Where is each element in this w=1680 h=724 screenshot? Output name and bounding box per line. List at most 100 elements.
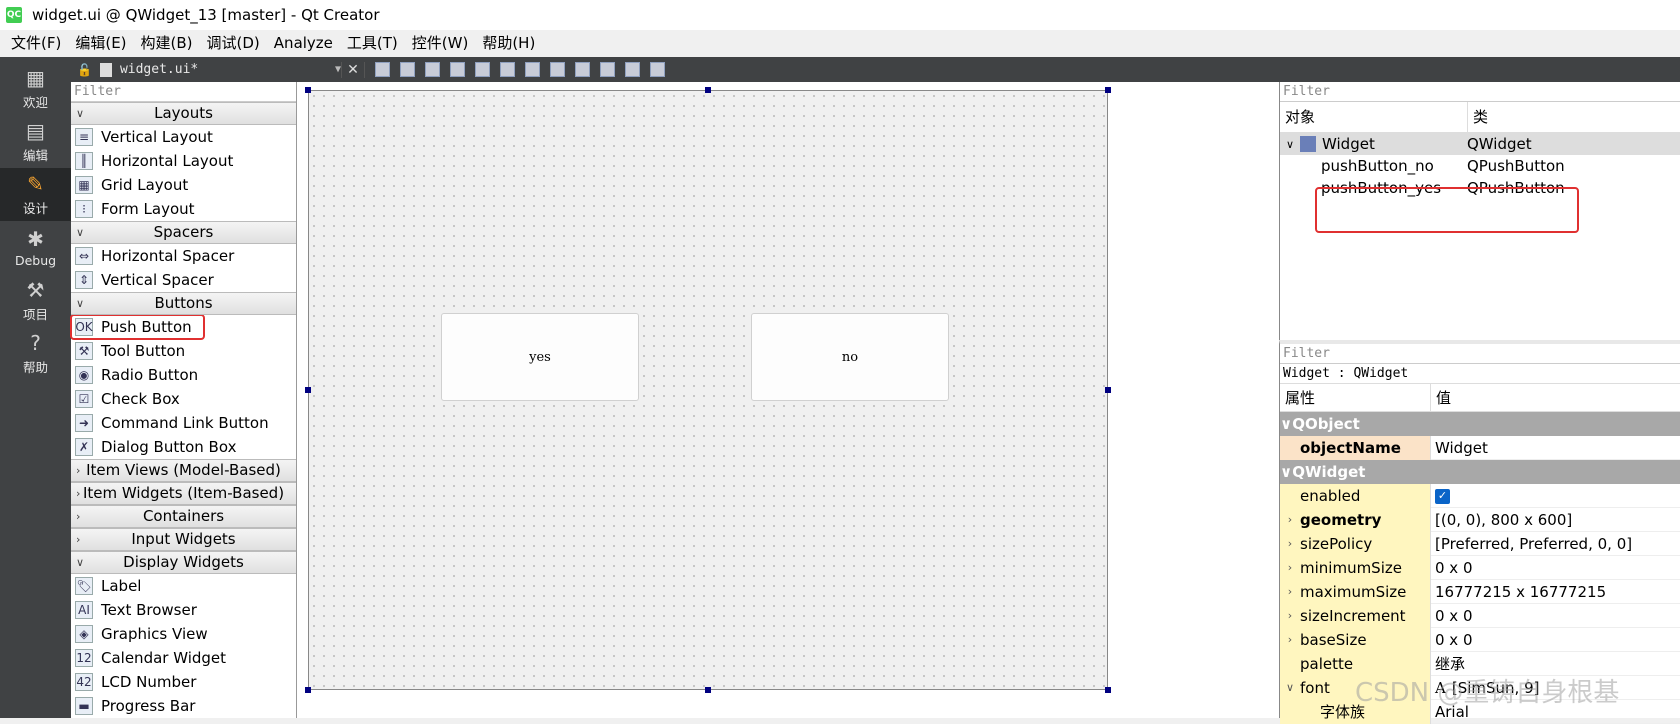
chevron-right-icon[interactable]: › <box>1280 537 1300 550</box>
tree-row-widget[interactable]: ∨ Widget QWidget <box>1280 133 1680 155</box>
edit-buddies-icon[interactable] <box>425 62 440 77</box>
category-display-widgets[interactable]: ∨ Display Widgets <box>71 551 296 574</box>
widget-horizontal-spacer[interactable]: ⇔ Horizontal Spacer <box>71 244 296 268</box>
column-class[interactable]: 类 <box>1468 102 1488 132</box>
resize-handle[interactable] <box>705 87 711 93</box>
category-layouts[interactable]: ∨ Layouts <box>71 102 296 125</box>
widget-tool-button[interactable]: ⚒ Tool Button <box>71 339 296 363</box>
category-input-widgets[interactable]: › Input Widgets <box>71 528 296 551</box>
chevron-right-icon[interactable]: › <box>1280 513 1300 526</box>
edit-signals-icon[interactable] <box>400 62 415 77</box>
chevron-right-icon[interactable]: › <box>1280 633 1300 646</box>
adjust-size-icon[interactable] <box>650 62 665 77</box>
pushbutton-yes[interactable]: yes <box>441 313 639 401</box>
document-selector[interactable]: 🔓 widget.ui* ▼ <box>71 62 341 77</box>
widget-lcd-number[interactable]: 42 LCD Number <box>71 670 296 694</box>
widget-label-item[interactable]: 🏷 Label <box>71 574 296 598</box>
category-containers[interactable]: › Containers <box>71 505 296 528</box>
prop-baseSize[interactable]: › baseSize 0 x 0 <box>1280 627 1680 652</box>
widget-text-browser[interactable]: AI Text Browser <box>71 598 296 622</box>
widget-calendar[interactable]: 12 Calendar Widget <box>71 646 296 670</box>
prop-sizeIncrement[interactable]: › sizeIncrement 0 x 0 <box>1280 603 1680 628</box>
prop-value[interactable]: [(0, 0), 800 x 600] <box>1431 508 1680 532</box>
prop-value[interactable]: Widget <box>1431 436 1680 460</box>
menu-file[interactable]: 文件(F) <box>4 30 68 57</box>
close-document-button[interactable]: ✕ <box>341 61 365 78</box>
category-spacers[interactable]: ∨ Spacers <box>71 221 296 244</box>
widget-radio-button[interactable]: ◉ Radio Button <box>71 363 296 387</box>
prop-value[interactable]: 0 x 0 <box>1431 628 1680 652</box>
menu-help[interactable]: 帮助(H) <box>475 30 542 57</box>
resize-handle[interactable] <box>705 687 711 693</box>
category-buttons[interactable]: ∨ Buttons <box>71 292 296 315</box>
resize-handle[interactable] <box>305 87 311 93</box>
resize-handle[interactable] <box>1105 687 1111 693</box>
widget-check-box[interactable]: ☑ Check Box <box>71 387 296 411</box>
tree-row-pushbutton-no[interactable]: pushButton_no QPushButton <box>1280 155 1680 177</box>
prop-objectName[interactable]: objectName Widget <box>1280 435 1680 460</box>
column-object[interactable]: 对象 <box>1280 102 1468 132</box>
prop-value[interactable]: 0 x 0 <box>1431 556 1680 580</box>
property-filter-input[interactable]: Filter <box>1280 344 1680 364</box>
category-item-widgets[interactable]: › Item Widgets (Item-Based) <box>71 482 296 505</box>
menu-build[interactable]: 构建(B) <box>134 30 200 57</box>
enabled-checkbox[interactable]: ✓ <box>1435 488 1450 504</box>
resize-handle[interactable] <box>1105 387 1111 393</box>
widget-horizontal-layout[interactable]: ║ Horizontal Layout <box>71 149 296 173</box>
widget-command-link-button[interactable]: ➜ Command Link Button <box>71 411 296 435</box>
menu-debug[interactable]: 调试(D) <box>200 30 267 57</box>
mode-edit[interactable]: ▤ 编辑 <box>0 115 71 168</box>
chevron-right-icon[interactable]: › <box>1280 561 1300 574</box>
chevron-down-icon[interactable]: ∨ <box>1280 681 1300 694</box>
group-qobject[interactable]: ∨ QObject <box>1280 412 1680 436</box>
group-qwidget[interactable]: ∨ QWidget <box>1280 460 1680 484</box>
resize-handle[interactable] <box>1105 87 1111 93</box>
layout-splitter-v-icon[interactable] <box>550 62 565 77</box>
widget-progress-bar[interactable]: ▬ Progress Bar <box>71 694 296 718</box>
object-name: pushButton_no <box>1321 157 1434 175</box>
break-layout-icon[interactable] <box>625 62 640 77</box>
column-property[interactable]: 属性 <box>1280 384 1431 411</box>
menu-controls[interactable]: 控件(W) <box>405 30 476 57</box>
chevron-right-icon[interactable]: › <box>1280 609 1300 622</box>
edit-widgets-icon[interactable] <box>375 62 390 77</box>
widget-filter-input[interactable]: Filter <box>71 82 296 102</box>
widget-grid-layout[interactable]: ▦ Grid Layout <box>71 173 296 197</box>
mode-projects[interactable]: ⚒ 项目 <box>0 274 71 327</box>
widget-vertical-layout[interactable]: ≡ Vertical Layout <box>71 125 296 149</box>
prop-sizePolicy[interactable]: › sizePolicy [Preferred, Preferred, 0, 0] <box>1280 531 1680 556</box>
widget-push-button[interactable]: OK Push Button <box>70 314 205 340</box>
widget-dialog-button-box[interactable]: ✗ Dialog Button Box <box>71 435 296 459</box>
mode-design[interactable]: ✎ 设计 <box>0 168 71 221</box>
menu-edit[interactable]: 编辑(E) <box>68 30 133 57</box>
layout-vertical-icon[interactable] <box>500 62 515 77</box>
menu-tools[interactable]: 工具(T) <box>340 30 405 57</box>
resize-handle[interactable] <box>305 387 311 393</box>
prop-value[interactable]: [Preferred, Preferred, 0, 0] <box>1431 532 1680 556</box>
prop-maximumSize[interactable]: › maximumSize 16777215 x 16777215 <box>1280 579 1680 604</box>
menu-analyze[interactable]: Analyze <box>267 30 340 57</box>
pushbutton-no[interactable]: no <box>751 313 949 401</box>
object-filter-input[interactable]: Filter <box>1280 82 1680 102</box>
mode-welcome[interactable]: ▦ 欢迎 <box>0 62 71 115</box>
layout-grid-icon[interactable] <box>600 62 615 77</box>
form-widget[interactable]: yes no <box>308 90 1108 690</box>
layout-horizontal-icon[interactable] <box>475 62 490 77</box>
prop-minimumSize[interactable]: › minimumSize 0 x 0 <box>1280 555 1680 580</box>
widget-vertical-spacer[interactable]: ⇕ Vertical Spacer <box>71 268 296 292</box>
resize-handle[interactable] <box>305 687 311 693</box>
column-value[interactable]: 值 <box>1431 384 1451 411</box>
edit-tab-order-icon[interactable] <box>450 62 465 77</box>
prop-value[interactable]: 16777215 x 16777215 <box>1431 580 1680 604</box>
mode-debug[interactable]: ✱ Debug <box>0 221 71 274</box>
chevron-right-icon[interactable]: › <box>1280 585 1300 598</box>
mode-help[interactable]: ? 帮助 <box>0 327 71 380</box>
category-item-views[interactable]: › Item Views (Model-Based) <box>71 459 296 482</box>
prop-enabled[interactable]: enabled ✓ <box>1280 483 1680 508</box>
widget-form-layout[interactable]: ⁝ Form Layout <box>71 197 296 221</box>
prop-geometry[interactable]: › geometry [(0, 0), 800 x 600] <box>1280 507 1680 532</box>
prop-value[interactable]: 0 x 0 <box>1431 604 1680 628</box>
layout-form-icon[interactable] <box>575 62 590 77</box>
layout-splitter-h-icon[interactable] <box>525 62 540 77</box>
widget-graphics-view[interactable]: ◈ Graphics View <box>71 622 296 646</box>
